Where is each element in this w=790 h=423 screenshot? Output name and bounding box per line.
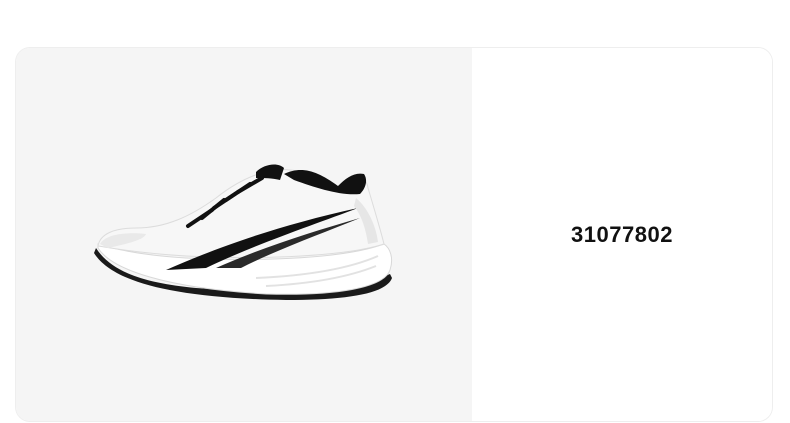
product-code: 31077802 [571, 221, 673, 247]
product-image[interactable] [16, 48, 472, 421]
product-info: 31077802 [472, 48, 772, 421]
product-card[interactable]: 31077802 [16, 48, 772, 421]
running-shoe-image [94, 164, 393, 300]
